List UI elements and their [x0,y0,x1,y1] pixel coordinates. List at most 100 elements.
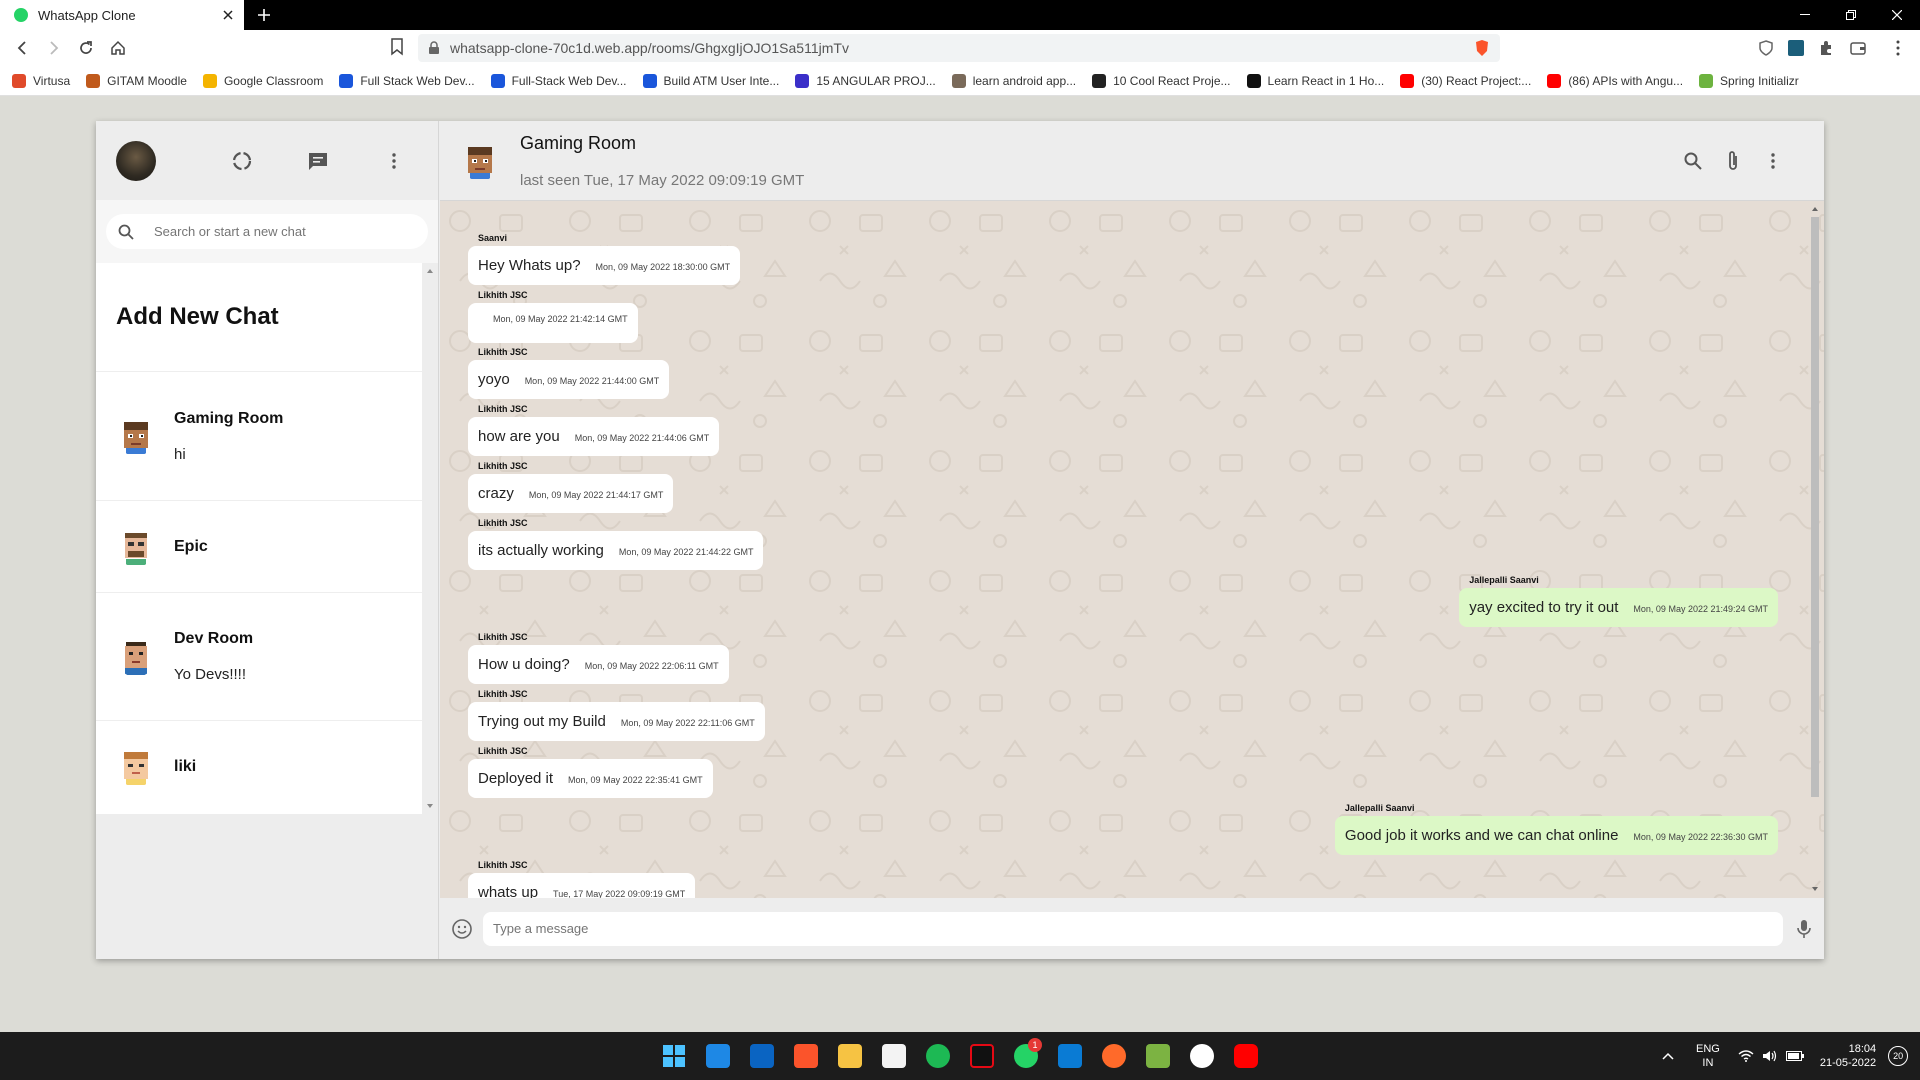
spotify-app-icon[interactable] [926,1044,950,1068]
chat-item-liki[interactable]: liki [96,721,422,813]
received-message[interactable]: Likhith JSC Deployed it Mon, 09 May 2022 2… [468,746,713,798]
bookmark-item[interactable]: learn android app... [951,73,1076,88]
bookmark-favicon-icon [339,73,354,88]
search-input[interactable] [154,224,394,239]
windows-start-icon[interactable] [662,1044,686,1068]
bookmark-item[interactable]: GITAM Moodle [86,73,187,88]
clock[interactable]: 18:04 21-05-2022 [1820,1042,1876,1070]
received-message[interactable]: Likhith JSC its actually working Mon, 09 M… [468,518,764,570]
chat-menu-icon[interactable] [1761,149,1785,173]
bookmark-item[interactable]: Virtusa [12,73,70,88]
bookmark-favicon-icon [1092,73,1107,88]
message-sender: Jallepalli Saanvi [1344,803,1415,813]
bookmark-item[interactable]: Build ATM User Inte... [642,73,779,88]
home-button[interactable] [106,36,130,60]
received-message[interactable]: Likhith JSC How u doing? Mon, 09 May 2022 … [468,632,729,684]
extensions-puzzle-icon[interactable] [1816,38,1836,58]
browser-menu-icon[interactable] [1888,38,1908,58]
close-tab-icon[interactable] [216,3,240,27]
attach-file-icon[interactable] [1721,149,1745,173]
bookmark-label: 10 Cool React Proje... [1113,73,1231,88]
user-avatar[interactable] [116,140,156,181]
bookmark-favicon-icon [86,73,101,88]
bookmark-item[interactable]: Learn React in 1 Ho... [1246,73,1384,88]
bookmark-item[interactable]: (30) React Project:... [1400,73,1531,88]
minimize-button[interactable] [1782,0,1828,30]
brave-shield-icon[interactable] [1474,39,1490,57]
wallet-icon[interactable] [1848,38,1868,58]
sidebar-scrollbar[interactable] [423,263,437,814]
bookmark-item[interactable]: Spring Initializr [1699,73,1799,88]
vscode-app-icon[interactable] [1058,1044,1082,1068]
chat-item-dev-room[interactable]: Dev Room Yo Devs!!!! [96,593,422,721]
message-sender: Likhith JSC [478,290,528,300]
back-button[interactable] [10,36,34,60]
address-bar[interactable]: whatsapp-clone-70c1d.web.app/rooms/Ghgxg… [418,34,1500,62]
received-message[interactable]: Likhith JSC Trying out my Build Mon, 09 Ma… [468,689,765,741]
chat-body[interactable]: Saanvi Hey Whats up? Mon, 09 May 2022 18:3… [440,201,1824,898]
new-tab-button[interactable] [252,3,276,27]
received-message[interactable]: Likhith JSC Mon, 09 May 2022 21:42:14 GMT [468,290,638,343]
received-message[interactable]: Likhith JSC how are you Mon, 09 May 2022 2… [468,404,720,456]
bookmark-item[interactable]: Full Stack Web Dev... [339,73,475,88]
chat-item-epic[interactable]: Epic [96,501,422,593]
mail-app-icon[interactable] [706,1044,730,1068]
emoji-icon[interactable] [451,918,473,940]
bookmark-item[interactable]: 10 Cool React Proje... [1092,73,1231,88]
message-sender: Likhith JSC [478,404,528,414]
language-indicator[interactable]: ENG IN [1696,1042,1720,1070]
search-messages-icon[interactable] [1681,149,1705,173]
received-message[interactable]: Likhith JSC whats up Tue, 17 May 2022 09:0… [468,860,696,898]
youtube-app-icon[interactable] [1234,1044,1258,1068]
battery-icon[interactable] [1785,1051,1804,1061]
received-message[interactable]: Likhith JSC yoyo Mon, 09 May 2022 21:44:00… [468,347,670,399]
notification-center-icon[interactable]: 20 [1888,1046,1909,1066]
store-app-icon[interactable] [882,1044,906,1068]
chevron-up-icon[interactable] [1662,1052,1674,1060]
bookmark-item[interactable]: 15 ANGULAR PROJ... [795,73,936,88]
message-input[interactable] [483,911,1783,946]
new-chat-icon[interactable] [306,149,330,173]
netflix-app-icon[interactable] [970,1044,994,1068]
vpn-extension-icon[interactable] [1756,38,1776,58]
browser-tab[interactable]: WhatsApp Clone [0,0,244,30]
microphone-icon[interactable] [1797,919,1811,939]
message-bubble: its actually working Mon, 09 May 2022 21:… [468,531,764,570]
received-message[interactable]: Likhith JSC crazy Mon, 09 May 2022 21:44:1… [468,461,674,513]
system-tray: ENG IN 18:04 21-05-2022 20 [1662,1032,1909,1080]
message-sender: Likhith JSC [478,860,528,870]
reload-button[interactable] [74,36,98,60]
chat-item-gaming-room[interactable]: Gaming Room hi [96,372,422,501]
extension-tile-icon[interactable] [1786,38,1806,58]
sent-message[interactable]: Jallepalli Saanvi Good job it works and w… [1334,803,1778,855]
app-icon[interactable] [1190,1044,1214,1068]
notepad-app-icon[interactable] [1146,1044,1170,1068]
received-message[interactable]: Saanvi Hey Whats up? Mon, 09 May 2022 18:3… [468,233,741,285]
brave-app-icon[interactable] [794,1044,818,1068]
bookmark-item[interactable]: Full-Stack Web Dev... [490,73,627,88]
status-icon[interactable] [230,149,254,173]
chat-scrollbar[interactable] [1808,201,1822,898]
add-new-chat[interactable]: Add New Chat [96,263,422,372]
message-bubble: yay excited to try it out Mon, 09 May 202… [1459,588,1778,627]
sent-message[interactable]: Jallepalli Saanvi yay excited to try it o… [1459,575,1778,627]
browser-toolbar: whatsapp-clone-70c1d.web.app/rooms/Ghgxg… [0,30,1920,66]
wifi-icon[interactable] [1738,1050,1754,1062]
close-window-button[interactable] [1874,0,1920,30]
forward-button[interactable] [42,36,66,60]
outlook-app-icon[interactable] [750,1044,774,1068]
restore-button[interactable] [1828,0,1874,30]
message-sender: Likhith JSC [478,461,528,471]
room-avatar[interactable] [460,141,500,181]
whatsapp-app-icon[interactable]: 1 [1014,1038,1042,1068]
sidebar-menu-icon[interactable] [382,149,406,173]
search-box [106,214,428,249]
chat-name: Gaming Room [174,409,284,427]
bookmark-item[interactable]: (86) APIs with Angu... [1547,73,1683,88]
message-sender: Likhith JSC [478,347,528,357]
volume-icon[interactable] [1762,1050,1778,1062]
postman-app-icon[interactable] [1102,1044,1126,1068]
bookmark-item[interactable]: Google Classroom [202,73,323,88]
file-explorer-icon[interactable] [838,1044,862,1068]
bookmark-page-icon[interactable] [390,38,404,56]
